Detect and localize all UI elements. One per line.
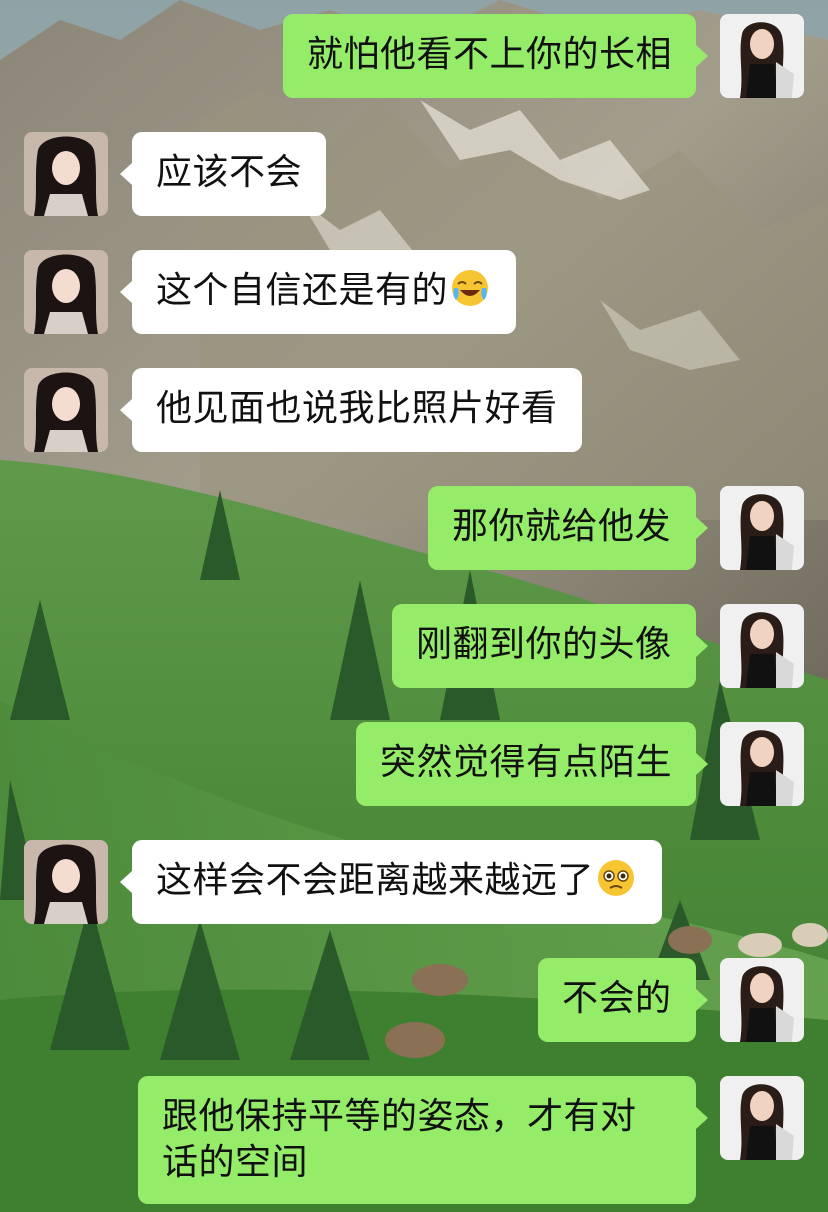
message-row: 应该不会 bbox=[0, 132, 828, 220]
avatar-self[interactable] bbox=[720, 14, 804, 98]
avatar-other[interactable] bbox=[24, 250, 108, 334]
pleading-face-emoji-icon bbox=[598, 860, 635, 896]
message-bubble-self[interactable]: 跟他保持平等的姿态，才有对话的空间 bbox=[138, 1076, 696, 1204]
bubble-tail bbox=[120, 399, 132, 421]
bubble-tail bbox=[696, 45, 708, 67]
avatar-self[interactable] bbox=[720, 486, 804, 570]
message-row: 刚翻到你的头像 bbox=[0, 604, 828, 692]
message-bubble-self[interactable]: 就怕他看不上你的长相 bbox=[283, 14, 696, 98]
message-text: 应该不会 bbox=[156, 152, 303, 193]
message-row: 不会的 bbox=[0, 958, 828, 1046]
avatar-self[interactable] bbox=[720, 604, 804, 688]
bubble-tail bbox=[696, 635, 708, 657]
message-row: 就怕他看不上你的长相 bbox=[0, 14, 828, 102]
avatar-other[interactable] bbox=[24, 840, 108, 924]
avatar-self[interactable] bbox=[720, 722, 804, 806]
bubble-tail bbox=[696, 517, 708, 539]
message-bubble-self[interactable]: 不会的 bbox=[538, 958, 696, 1042]
message-bubble-other[interactable]: 这个自信还是有的 bbox=[132, 250, 516, 334]
avatar-other[interactable] bbox=[24, 368, 108, 452]
message-bubble-other[interactable]: 应该不会 bbox=[132, 132, 326, 216]
avatar-other[interactable] bbox=[24, 132, 108, 216]
bubble-tail bbox=[696, 989, 708, 1011]
message-bubble-other[interactable]: 他见面也说我比照片好看 bbox=[132, 368, 582, 452]
bubble-tail bbox=[120, 871, 132, 893]
chat-message-list: 就怕他看不上你的长相 应该不会 这个自信还是有的 他见面也说我比照片好看 那你就… bbox=[0, 0, 828, 1212]
laugh-cry-emoji-icon bbox=[452, 270, 489, 306]
message-text: 跟他保持平等的姿态，才有对话的空间 bbox=[162, 1096, 637, 1183]
message-bubble-self[interactable]: 那你就给他发 bbox=[428, 486, 696, 570]
message-row: 突然觉得有点陌生 bbox=[0, 722, 828, 810]
message-bubble-self[interactable]: 刚翻到你的头像 bbox=[392, 604, 696, 688]
message-text: 这样会不会距离越来越远了 bbox=[156, 860, 595, 901]
message-row: 这样会不会距离越来越远了 bbox=[0, 840, 828, 928]
message-text: 不会的 bbox=[562, 978, 672, 1019]
message-text: 那你就给他发 bbox=[452, 506, 672, 547]
bubble-tail bbox=[696, 753, 708, 775]
message-bubble-other[interactable]: 这样会不会距离越来越远了 bbox=[132, 840, 662, 924]
bubble-tail bbox=[696, 1107, 708, 1129]
message-text: 他见面也说我比照片好看 bbox=[156, 388, 558, 429]
bubble-tail bbox=[120, 163, 132, 185]
avatar-self[interactable] bbox=[720, 1076, 804, 1160]
message-text: 这个自信还是有的 bbox=[156, 270, 449, 311]
bubble-tail bbox=[120, 281, 132, 303]
message-row: 跟他保持平等的姿态，才有对话的空间 bbox=[0, 1076, 828, 1206]
message-text: 就怕他看不上你的长相 bbox=[307, 34, 673, 75]
message-text: 刚翻到你的头像 bbox=[416, 624, 672, 665]
message-row: 这个自信还是有的 bbox=[0, 250, 828, 338]
message-bubble-self[interactable]: 突然觉得有点陌生 bbox=[356, 722, 696, 806]
message-text: 突然觉得有点陌生 bbox=[380, 742, 673, 783]
message-row: 他见面也说我比照片好看 bbox=[0, 368, 828, 456]
avatar-self[interactable] bbox=[720, 958, 804, 1042]
message-row: 那你就给他发 bbox=[0, 486, 828, 574]
